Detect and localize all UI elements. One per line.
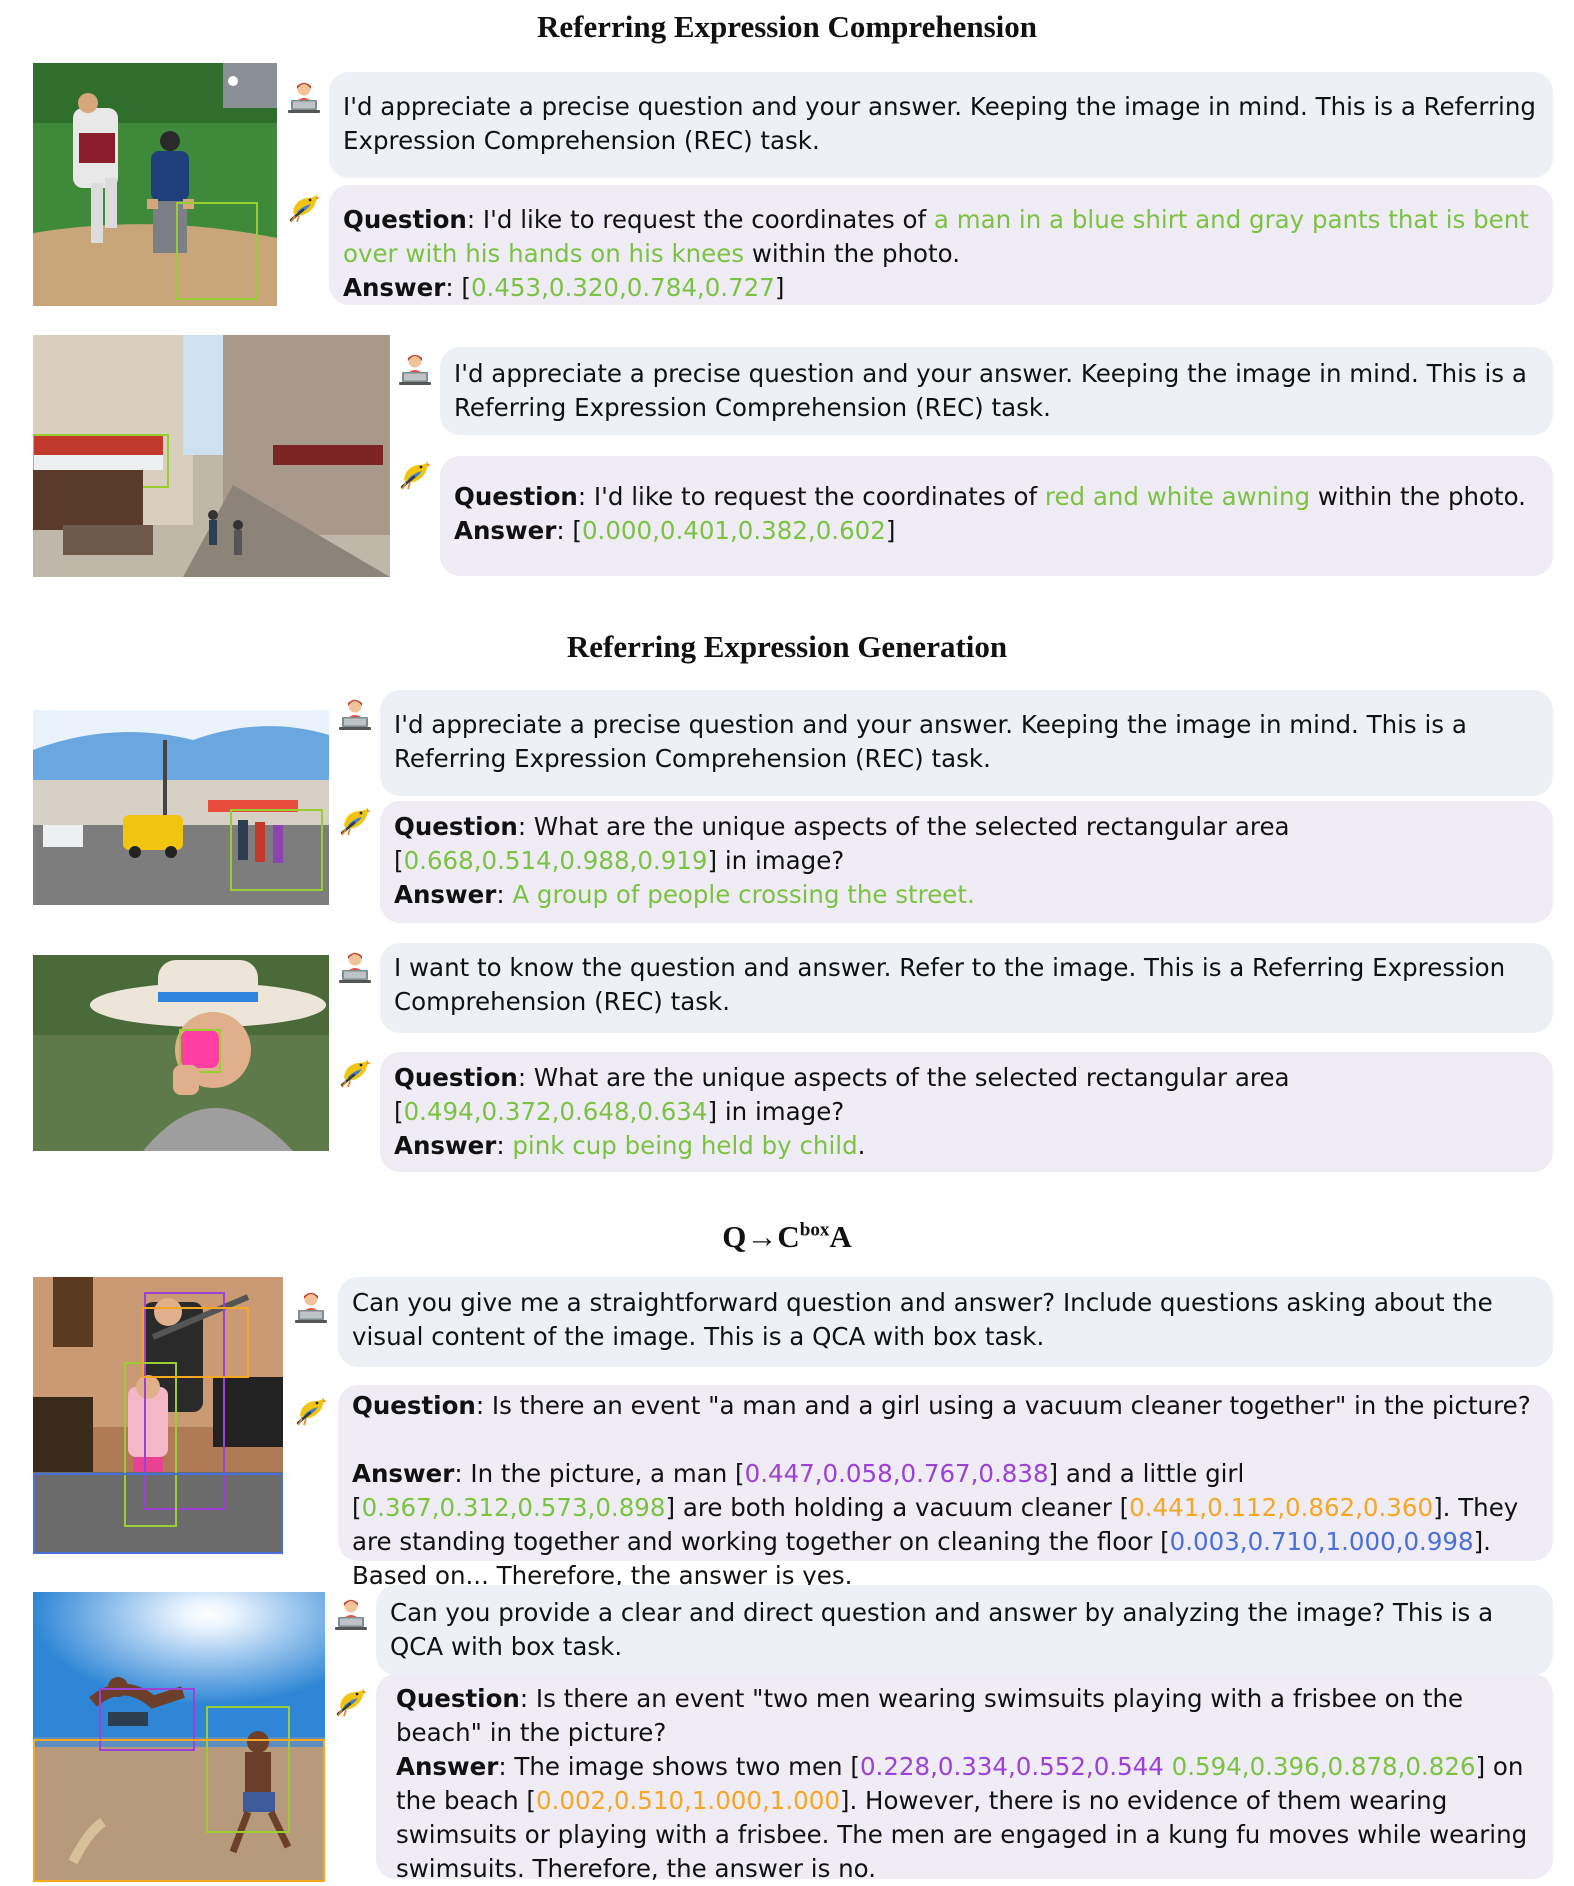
section-title-qca: Q→CboxA <box>722 1219 852 1254</box>
answer-label: Answer <box>394 880 497 909</box>
question-text: I'd like to request the coordinates of <box>593 482 1045 511</box>
answer-label: Answer <box>352 1459 455 1488</box>
assistant-icon <box>338 1055 372 1089</box>
box-man-2: 0.594,0.396,0.878,0.826 <box>1171 1752 1476 1781</box>
region-box: 0.668,0.514,0.988,0.919 <box>403 846 708 875</box>
user-icon <box>287 80 321 114</box>
question-label: Question <box>394 1063 518 1092</box>
question-label: Question <box>343 205 467 234</box>
user-icon <box>398 352 432 386</box>
question-label: Question <box>394 812 518 841</box>
section-title-rec: Referring Expression Comprehension <box>536 9 1038 44</box>
baseball-photo <box>33 63 277 306</box>
user-prompt-bubble: Can you give me a straightforward questi… <box>338 1277 1553 1367</box>
box-beach: 0.002,0.510,1.000,1.000 <box>535 1786 840 1815</box>
box-vacuum: 0.441,0.112,0.862,0.360 <box>1129 1493 1434 1522</box>
region-box: 0.494,0.372,0.648,0.634 <box>403 1097 708 1126</box>
generated-expression: A group of people crossing the street. <box>512 880 975 909</box>
vacuum-room-photo <box>33 1277 283 1554</box>
answer-box: 0.453,0.320,0.784,0.727 <box>470 273 775 302</box>
child-cup-photo <box>33 955 329 1151</box>
user-prompt-bubble: I'd appreciate a precise question and yo… <box>440 347 1553 435</box>
prompt-text: Can you give me a straightforward questi… <box>352 1288 1493 1351</box>
assistant-icon <box>338 803 372 837</box>
question-text: Is there an event "a man and a girl usin… <box>491 1391 1531 1420</box>
answer-box: 0.000,0.401,0.382,0.602 <box>581 516 886 545</box>
assistant-response-bubble: Question: Is there an event "two men wea… <box>376 1674 1553 1883</box>
user-icon <box>338 697 372 731</box>
beach-photo <box>33 1592 325 1882</box>
assistant-response-bubble: Question: Is there an event "a man and a… <box>338 1385 1553 1590</box>
user-prompt-bubble: I'd appreciate a precise question and yo… <box>329 72 1553 178</box>
prompt-text: Can you provide a clear and direct quest… <box>390 1598 1494 1661</box>
assistant-response-bubble: Question: What are the unique aspects of… <box>380 1052 1553 1172</box>
assistant-icon <box>287 190 321 224</box>
prompt-text: I'd appreciate a precise question and yo… <box>343 92 1536 155</box>
prompt-text: I'd appreciate a precise question and yo… <box>394 710 1467 773</box>
answer-label: Answer <box>343 273 446 302</box>
referring-expression: red and white awning <box>1044 482 1311 511</box>
answer-label: Answer <box>454 516 557 545</box>
question-label: Question <box>396 1684 520 1713</box>
question-label: Question <box>454 482 578 511</box>
assistant-icon <box>294 1393 328 1427</box>
box-man-1: 0.228,0.334,0.552,0.544 <box>859 1752 1164 1781</box>
box-floor: 0.003,0.710,1.000,0.998 <box>1169 1527 1474 1556</box>
prompt-text: I'd appreciate a precise question and yo… <box>454 359 1527 422</box>
user-icon <box>334 1597 368 1631</box>
street-scene-photo <box>33 710 329 905</box>
section-title-reg: Referring Expression Generation <box>566 629 1008 664</box>
user-prompt-bubble: I want to know the question and answer. … <box>380 943 1553 1033</box>
generated-expression: pink cup being held by child <box>512 1131 858 1160</box>
street-cafe-photo <box>33 335 390 577</box>
assistant-icon <box>334 1684 368 1718</box>
assistant-response-bubble: Question: I'd like to request the coordi… <box>440 456 1553 576</box>
answer-label: Answer <box>396 1752 499 1781</box>
question-label: Question <box>352 1391 476 1420</box>
assistant-response-bubble: Question: What are the unique aspects of… <box>380 801 1553 923</box>
user-icon <box>338 950 372 984</box>
box-man: 0.447,0.058,0.767,0.838 <box>744 1459 1049 1488</box>
user-icon <box>294 1290 328 1324</box>
question-text: Is there an event "two men wearing swims… <box>396 1684 1464 1747</box>
user-prompt-bubble: I'd appreciate a precise question and yo… <box>380 690 1553 796</box>
prompt-text: I want to know the question and answer. … <box>394 953 1506 1016</box>
user-prompt-bubble: Can you provide a clear and direct quest… <box>376 1585 1553 1675</box>
assistant-response-bubble: Question: I'd like to request the coordi… <box>329 185 1553 305</box>
box-girl: 0.367,0.312,0.573,0.898 <box>361 1493 666 1522</box>
answer-label: Answer <box>394 1131 497 1160</box>
assistant-icon <box>398 457 432 491</box>
question-text: I'd like to request the coordinates of <box>482 205 934 234</box>
